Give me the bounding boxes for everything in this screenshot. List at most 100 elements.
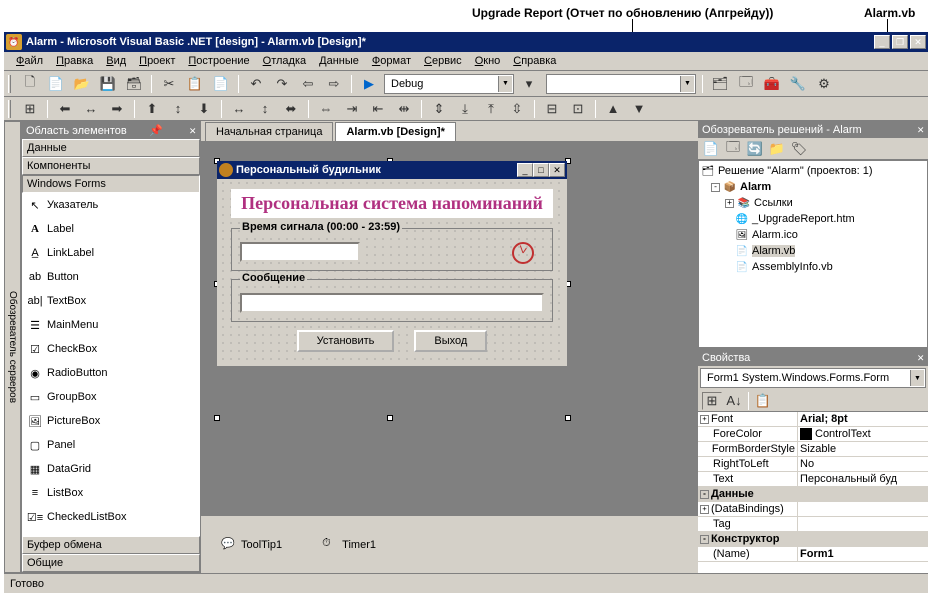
property-category[interactable]: - Данные <box>698 487 928 502</box>
align-bottom-icon[interactable]: ⬇ <box>193 98 215 120</box>
toolbox-section-components[interactable]: Компоненты <box>22 157 200 175</box>
refresh-icon[interactable]: 🔄 <box>746 140 764 158</box>
hspace-equal-icon[interactable]: ⇔ <box>315 98 337 120</box>
align-top-icon[interactable]: ⬆ <box>141 98 163 120</box>
class-view-icon[interactable]: 🔧 <box>787 73 809 95</box>
save-all-icon[interactable]: 🗃 <box>123 73 145 95</box>
nav-back-icon[interactable]: ⇦ <box>297 73 319 95</box>
toolbox-item-groupbox[interactable]: ▭GroupBox <box>22 385 200 409</box>
property-row[interactable]: (Name)Form1 <box>698 547 928 562</box>
toolbox-item-linklabel[interactable]: A̲LinkLabel <box>22 241 200 265</box>
center-h-icon[interactable]: ⊟ <box>541 98 563 120</box>
property-row[interactable]: FormBorderStyleSizable <box>698 442 928 457</box>
platform-icon[interactable]: ▾ <box>518 73 540 95</box>
file-assemblyinfo[interactable]: AssemblyInfo.vb <box>752 261 833 273</box>
property-row[interactable]: ForeColorControlText <box>698 427 928 442</box>
properties-window-icon[interactable]: 🗔 <box>735 73 757 95</box>
tooltip-component[interactable]: 💬 ToolTip1 <box>221 537 282 553</box>
toolbox-item-button[interactable]: abButton <box>22 265 200 289</box>
toolbox-item-label[interactable]: ALabel <box>22 217 200 241</box>
paste-icon[interactable]: 📄 <box>210 73 232 95</box>
solution-explorer-icon[interactable]: 🗂 <box>709 73 731 95</box>
undo-icon[interactable]: ↶ <box>245 73 267 95</box>
minimize-button[interactable]: _ <box>874 35 890 49</box>
menu-data[interactable]: Данные <box>313 53 365 69</box>
message-groupbox[interactable]: Сообщение <box>231 279 553 322</box>
close-icon[interactable]: ✕ <box>917 123 924 136</box>
close-icon[interactable]: ✕ <box>189 124 196 137</box>
expand-icon[interactable]: + <box>725 199 734 208</box>
menu-window[interactable]: Окно <box>469 53 507 69</box>
tab-start-page[interactable]: Начальная страница <box>205 122 333 141</box>
hspace-remove-icon[interactable]: ⇹ <box>393 98 415 120</box>
categorized-icon[interactable]: ⊞ <box>702 392 722 410</box>
exit-button[interactable]: Выход <box>414 330 487 352</box>
property-row[interactable]: +(DataBindings) <box>698 502 928 517</box>
menu-debug[interactable]: Отладка <box>257 53 313 69</box>
toolbox-item-checkedlistbox[interactable]: ☑≡CheckedListBox <box>22 505 200 529</box>
vspace-dec-icon[interactable]: ⤒ <box>480 98 502 120</box>
heading-label[interactable]: Персональная система напоминаний <box>231 189 553 218</box>
selection-handle[interactable] <box>387 415 393 421</box>
toolbox-item-mainmenu[interactable]: ☰MainMenu <box>22 313 200 337</box>
chevron-down-icon[interactable]: ▼ <box>498 76 512 92</box>
menu-build[interactable]: Построение <box>182 53 255 69</box>
align-grid-icon[interactable]: ⊞ <box>19 98 41 120</box>
tab-alarm-design[interactable]: Alarm.vb [Design]* <box>335 122 455 141</box>
property-category[interactable]: - Конструктор <box>698 532 928 547</box>
collapse-icon[interactable]: - <box>711 183 720 192</box>
server-explorer-tab[interactable]: Обозреватель серверов <box>4 121 21 573</box>
property-pages-icon[interactable]: 📋 <box>753 392 773 410</box>
form-client-area[interactable]: Персональная система напоминаний Время с… <box>217 179 567 366</box>
same-width-icon[interactable]: ↔ <box>228 98 250 120</box>
message-textbox[interactable] <box>240 293 544 313</box>
solution-tree[interactable]: 🗂Решение "Alarm" (проектов: 1) -📦Alarm +… <box>698 160 928 348</box>
toolbox-section-winforms[interactable]: Windows Forms <box>22 175 200 193</box>
alphabetical-icon[interactable]: A↓ <box>724 392 744 410</box>
align-center-icon[interactable]: ↔ <box>80 98 102 120</box>
references-node[interactable]: Ссылки <box>754 197 793 209</box>
toolbox-item-listbox[interactable]: ≡ListBox <box>22 481 200 505</box>
toolbox-item-radiobutton[interactable]: ◉RadioButton <box>22 361 200 385</box>
toolbox-section-data[interactable]: Данные <box>22 139 200 157</box>
file-upgrade-report[interactable]: _UpgradeReport.htm <box>752 213 855 225</box>
align-right-icon[interactable]: ➡ <box>106 98 128 120</box>
vspace-inc-icon[interactable]: ⤓ <box>454 98 476 120</box>
property-row[interactable]: RightToLeftNo <box>698 457 928 472</box>
toolbox-item-picturebox[interactable]: 🖼PictureBox <box>22 409 200 433</box>
property-grid[interactable]: +FontArial; 8ptForeColorControlTextFormB… <box>698 412 928 573</box>
configuration-combo[interactable]: Debug ▼ <box>384 74 514 94</box>
open-icon[interactable]: 📂 <box>71 73 93 95</box>
same-height-icon[interactable]: ↕ <box>254 98 276 120</box>
collapse-icon[interactable]: - <box>700 490 709 499</box>
view-designer-icon[interactable]: 🗔 <box>724 140 742 158</box>
properties-icon[interactable]: 🏷 <box>790 140 808 158</box>
toolbox-section-clipboard[interactable]: Буфер обмена <box>22 536 200 554</box>
copy-icon[interactable]: 📋 <box>184 73 206 95</box>
toolbox-item-указатель[interactable]: ↖Указатель <box>22 193 200 217</box>
view-code-icon[interactable]: 📄 <box>702 140 720 158</box>
object-selector-combo[interactable]: Form1 System.Windows.Forms.Form ▼ <box>700 368 926 388</box>
chevron-down-icon[interactable]: ▼ <box>910 370 924 386</box>
toolbar-grip[interactable] <box>8 100 11 118</box>
expand-icon[interactable]: + <box>700 415 709 424</box>
pin-icon[interactable]: 📌 <box>149 124 163 137</box>
show-all-files-icon[interactable]: 📁 <box>768 140 786 158</box>
redo-icon[interactable]: ↷ <box>271 73 293 95</box>
form-designer-surface[interactable]: Персональный будильник _ □ ✕ Персональна… <box>201 141 698 573</box>
timer-component[interactable]: ⏱ Timer1 <box>322 537 376 553</box>
time-textbox[interactable] <box>240 242 360 262</box>
new-project-icon[interactable]: 🗋 <box>19 73 41 95</box>
nav-forward-icon[interactable]: ⇨ <box>323 73 345 95</box>
find-combo[interactable]: ▼ <box>546 74 696 94</box>
file-alarm-vb[interactable]: Alarm.vb <box>752 245 795 257</box>
collapse-icon[interactable]: - <box>700 535 709 544</box>
toolbox-item-datagrid[interactable]: ▦DataGrid <box>22 457 200 481</box>
align-left-icon[interactable]: ⬅ <box>54 98 76 120</box>
center-v-icon[interactable]: ⊡ <box>567 98 589 120</box>
same-size-icon[interactable]: ⬌ <box>280 98 302 120</box>
property-row[interactable]: Tag <box>698 517 928 532</box>
set-button[interactable]: Установить <box>297 330 395 352</box>
close-button[interactable]: ✕ <box>910 35 926 49</box>
hspace-inc-icon[interactable]: ⇥ <box>341 98 363 120</box>
